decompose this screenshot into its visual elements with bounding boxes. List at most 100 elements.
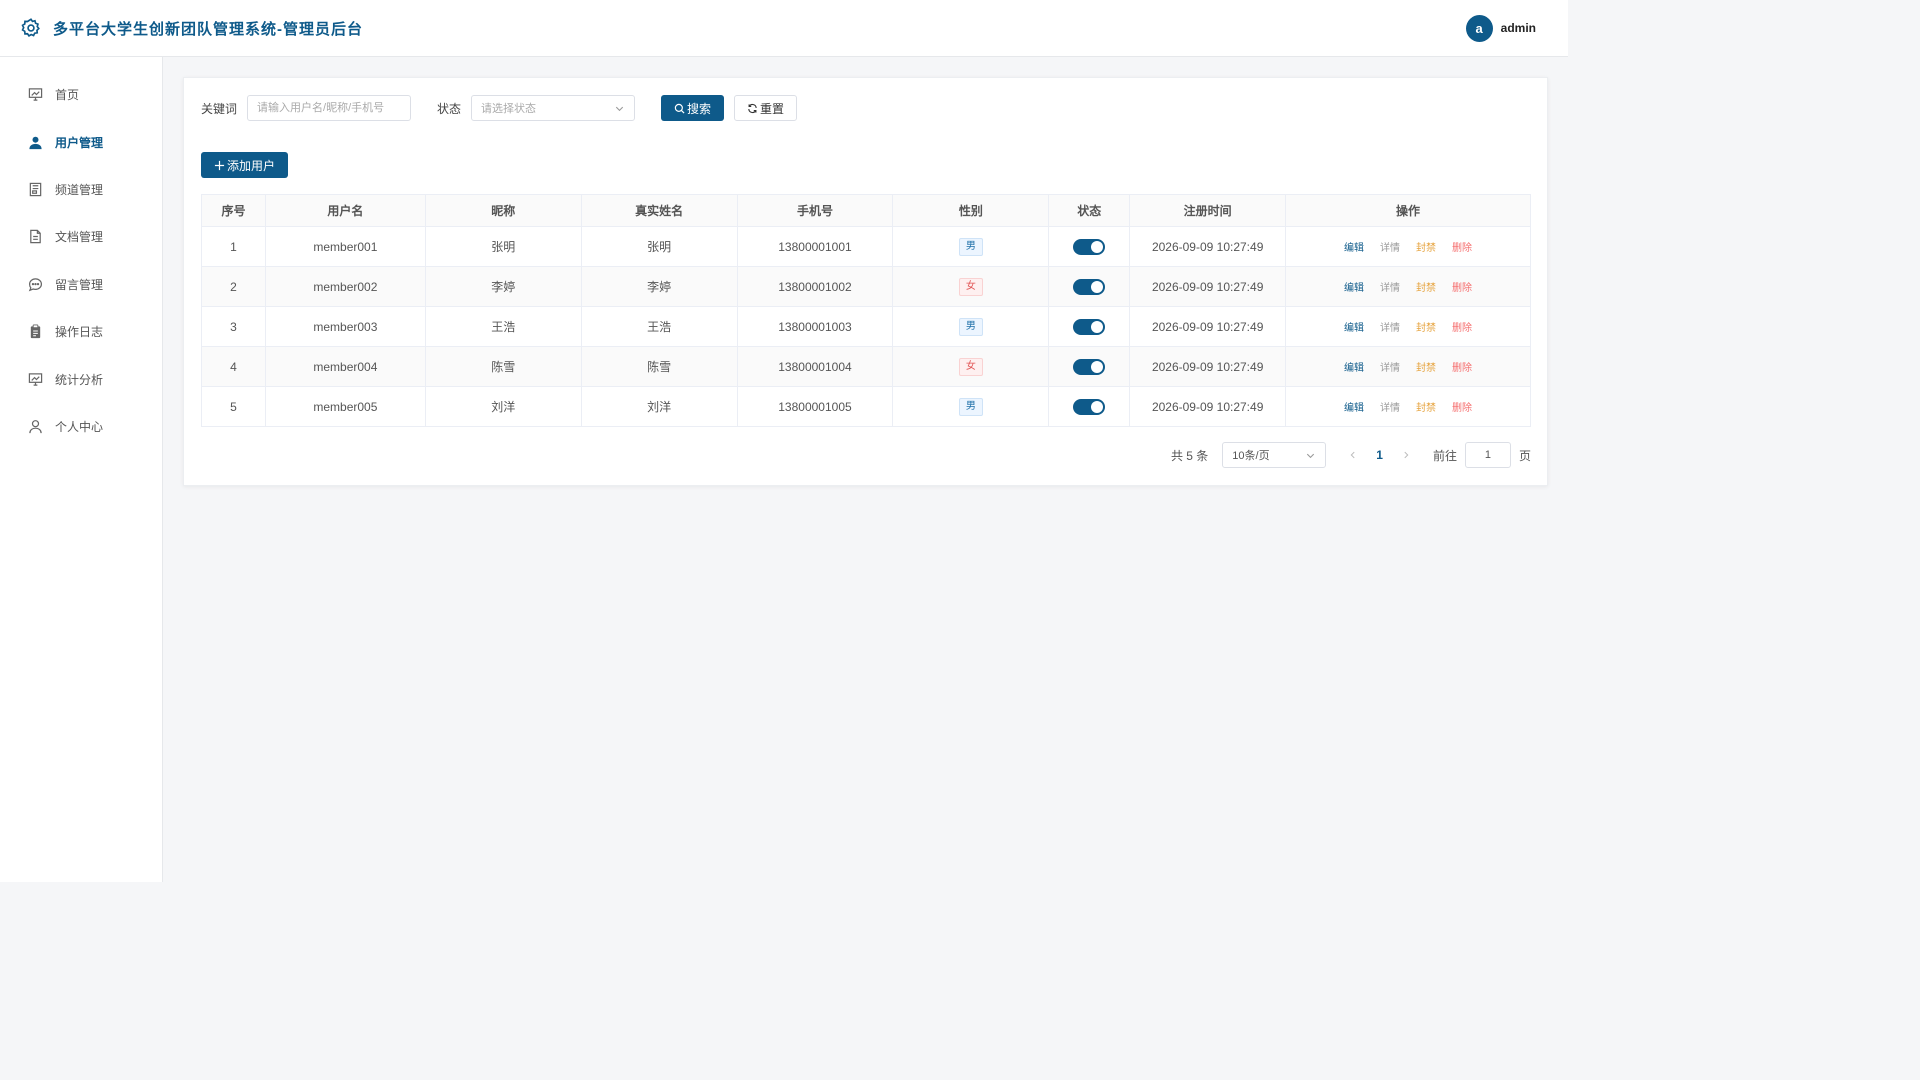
sidebar: 首页 用户管理 频道管理 文档管理 留言管理 操作日志 统计分析 个人中心 bbox=[0, 57, 163, 882]
detail-link[interactable]: 详情 bbox=[1380, 399, 1400, 414]
sidebar-item-label: 用户管理 bbox=[55, 135, 104, 150]
delete-link[interactable]: 删除 bbox=[1452, 319, 1472, 334]
sidebar-item-label: 留言管理 bbox=[55, 277, 104, 292]
add-user-button[interactable]: 添加用户 bbox=[201, 152, 289, 178]
status-toggle[interactable] bbox=[1073, 238, 1106, 255]
status-toggle[interactable] bbox=[1073, 318, 1106, 335]
column-header[interactable]: 序号 bbox=[201, 194, 266, 227]
detail-link[interactable]: 详情 bbox=[1380, 239, 1400, 254]
detail-link[interactable]: 详情 bbox=[1380, 319, 1400, 334]
gender-tag: 女 bbox=[958, 357, 983, 376]
reset-button-label: 重置 bbox=[760, 101, 785, 116]
column-header[interactable]: 真实姓名 bbox=[580, 194, 738, 227]
sidebar-item-profile[interactable]: 个人中心 bbox=[0, 403, 162, 450]
toggle-knob bbox=[1091, 400, 1104, 413]
cell-index: 1 bbox=[201, 226, 266, 267]
document-icon bbox=[28, 229, 43, 244]
cell-phone: 13800001005 bbox=[736, 386, 894, 427]
goto-unit: 页 bbox=[1518, 448, 1531, 463]
delete-link[interactable]: 删除 bbox=[1452, 399, 1472, 414]
prev-page-icon[interactable] bbox=[1346, 450, 1360, 460]
row-actions: 编辑 详情 封禁 删除 bbox=[1286, 279, 1530, 294]
sidebar-item-statistics[interactable]: 统计分析 bbox=[0, 355, 162, 402]
cell-actions: 编辑 详情 封禁 删除 bbox=[1285, 306, 1531, 347]
column-header[interactable]: 昵称 bbox=[424, 194, 582, 227]
cell-realname: 刘洋 bbox=[580, 386, 738, 427]
user-menu[interactable]: a admin bbox=[1465, 14, 1548, 42]
sidebar-item-label: 统计分析 bbox=[55, 372, 104, 387]
sidebar-item-channels[interactable]: 频道管理 bbox=[0, 166, 162, 213]
chart-icon bbox=[28, 372, 43, 387]
username[interactable]: admin bbox=[1501, 21, 1536, 35]
sidebar-item-users[interactable]: 用户管理 bbox=[0, 118, 162, 165]
column-header[interactable]: 性别 bbox=[892, 194, 1050, 227]
edit-link[interactable]: 编辑 bbox=[1344, 319, 1364, 334]
user-icon bbox=[28, 135, 43, 150]
column-header[interactable]: 操作 bbox=[1285, 194, 1531, 227]
edit-link[interactable]: 编辑 bbox=[1344, 359, 1364, 374]
goto-page-input[interactable] bbox=[1464, 442, 1511, 468]
row-actions: 编辑 详情 封禁 删除 bbox=[1286, 399, 1530, 414]
cell-gender: 男 bbox=[892, 386, 1050, 427]
app-title: 多平台大学生创新团队管理系统-管理员后台 bbox=[53, 20, 363, 38]
cell-status bbox=[1048, 306, 1131, 347]
detail-link[interactable]: 详情 bbox=[1380, 279, 1400, 294]
edit-link[interactable]: 编辑 bbox=[1344, 399, 1364, 414]
cell-registered: 2026-09-09 10:27:49 bbox=[1129, 226, 1287, 267]
ban-link[interactable]: 封禁 bbox=[1416, 279, 1436, 294]
profile-icon bbox=[28, 419, 43, 434]
cell-index: 5 bbox=[201, 386, 266, 427]
sidebar-item-messages[interactable]: 留言管理 bbox=[0, 261, 162, 308]
delete-link[interactable]: 删除 bbox=[1452, 239, 1472, 254]
column-header[interactable]: 用户名 bbox=[264, 194, 426, 227]
keyword-search-input[interactable] bbox=[247, 95, 412, 121]
table-row: 2 member002 李婷 李婷 13800001002 女 2026-09-09 10:… bbox=[201, 266, 1531, 307]
gender-tag: 男 bbox=[958, 237, 983, 256]
delete-link[interactable]: 删除 bbox=[1452, 279, 1472, 294]
cell-gender: 女 bbox=[892, 346, 1050, 387]
reset-button[interactable]: 重置 bbox=[734, 95, 798, 121]
cell-username: member004 bbox=[264, 346, 426, 387]
sidebar-item-label: 操作日志 bbox=[55, 325, 104, 340]
sidebar-item-logs[interactable]: 操作日志 bbox=[0, 308, 162, 355]
plus-icon bbox=[214, 160, 225, 171]
ban-link[interactable]: 封禁 bbox=[1416, 239, 1436, 254]
delete-link[interactable]: 删除 bbox=[1452, 359, 1472, 374]
ban-link[interactable]: 封禁 bbox=[1416, 399, 1436, 414]
sidebar-item-documents[interactable]: 文档管理 bbox=[0, 213, 162, 260]
chevron-down-icon bbox=[614, 103, 625, 114]
status-select[interactable]: 请选择状态 bbox=[471, 95, 636, 121]
column-header[interactable]: 状态 bbox=[1048, 194, 1131, 227]
cell-realname: 王浩 bbox=[580, 306, 738, 347]
edit-link[interactable]: 编辑 bbox=[1344, 279, 1364, 294]
cell-gender: 男 bbox=[892, 306, 1050, 347]
detail-link[interactable]: 详情 bbox=[1380, 359, 1400, 374]
ban-link[interactable]: 封禁 bbox=[1416, 319, 1436, 334]
cell-registered: 2026-09-09 10:27:49 bbox=[1129, 306, 1287, 347]
page-size-select[interactable]: 10条/页 bbox=[1222, 442, 1327, 468]
table-row: 1 member001 张明 张明 13800001001 男 2026-09-09 10:… bbox=[201, 226, 1531, 267]
next-page-icon[interactable] bbox=[1399, 450, 1413, 460]
cell-phone: 13800001004 bbox=[736, 346, 894, 387]
status-toggle[interactable] bbox=[1073, 398, 1106, 415]
avatar[interactable]: a bbox=[1465, 14, 1493, 42]
search-icon bbox=[674, 103, 685, 114]
column-header[interactable]: 注册时间 bbox=[1129, 194, 1287, 227]
page-number-current[interactable]: 1 bbox=[1376, 448, 1383, 462]
edit-link[interactable]: 编辑 bbox=[1344, 239, 1364, 254]
search-button-label: 搜索 bbox=[687, 101, 712, 116]
search-button[interactable]: 搜索 bbox=[661, 95, 725, 121]
cell-status bbox=[1048, 386, 1131, 427]
add-user-button-label: 添加用户 bbox=[227, 158, 276, 173]
ban-link[interactable]: 封禁 bbox=[1416, 359, 1436, 374]
sidebar-item-home[interactable]: 首页 bbox=[0, 71, 162, 118]
table-header-row: 序号 用户名 昵称 真实姓名 手机号 性别 状态 注册时间 操作 bbox=[201, 194, 1531, 227]
toggle-knob bbox=[1091, 360, 1104, 373]
cell-username: member001 bbox=[264, 226, 426, 267]
cell-nickname: 张明 bbox=[424, 226, 582, 267]
status-toggle[interactable] bbox=[1073, 278, 1106, 295]
toggle-knob bbox=[1091, 280, 1104, 293]
status-toggle[interactable] bbox=[1073, 358, 1106, 375]
column-header[interactable]: 手机号 bbox=[736, 194, 894, 227]
cell-phone: 13800001001 bbox=[736, 226, 894, 267]
